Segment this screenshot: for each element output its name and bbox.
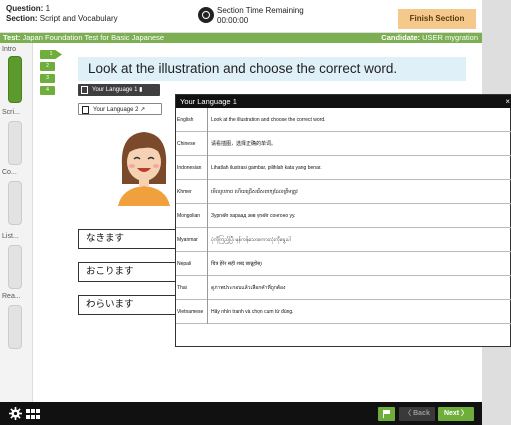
- answer-option-1[interactable]: なきます: [78, 229, 178, 249]
- grid-icon[interactable]: [26, 409, 40, 419]
- gear-icon[interactable]: [9, 407, 22, 420]
- translation-row: Chinese 请看插图，选择正确的单词。: [176, 132, 511, 156]
- translation-text: ดูภาพประกอบแล้วเลือกคำที่ถูกต้อง: [211, 285, 286, 291]
- language-name: Myanmar: [177, 228, 208, 252]
- language-name: Mongolian: [177, 204, 208, 228]
- language-name: Indonesian: [177, 156, 208, 180]
- document-icon: [82, 106, 89, 114]
- sidebar-section-label: Rea...: [2, 293, 21, 300]
- test-info-bar: Test: Japan Foundation Test for Basic Ja…: [0, 33, 482, 43]
- translation-text: चित्र हेरेर सही शब्द छान्नुहोस्।: [211, 261, 263, 267]
- question-label: Question:: [6, 4, 44, 13]
- document-icon: [81, 86, 88, 94]
- translation-row: Khmer មើលរូបភាព ហើយជ្រើសរើសពាក្យដែលត្រឹមត…: [176, 180, 511, 204]
- translation-row: Indonesian Lihatlah ilustrasi gambar, pil…: [176, 156, 511, 180]
- language-name: Vietnamese: [177, 300, 208, 324]
- translation-text: Зургийг хараад зөв үгийг сонгоно уу.: [211, 213, 296, 219]
- question-nav-item-3[interactable]: 3: [40, 74, 55, 83]
- bottom-toolbar: 〈 Back Next 〉: [0, 402, 482, 425]
- sidebar-section-label: Scri...: [2, 109, 20, 116]
- candidate-label: Candidate:: [381, 33, 421, 42]
- question-number: 1: [45, 4, 51, 13]
- answer-option-3[interactable]: わらいます: [78, 295, 178, 315]
- your-language-2-button[interactable]: Your Language 2 ↗: [78, 103, 162, 115]
- sidebar-section-label: Intro: [2, 46, 17, 53]
- question-nav-item-1[interactable]: 1: [40, 50, 62, 59]
- translation-text: Look at the illustration and choose the …: [211, 117, 326, 123]
- section-progress-bar: [8, 245, 22, 289]
- question-navigator: 1 2 3 4: [40, 50, 68, 98]
- question-section-info: Question: 1 Section: Script and Vocabula…: [6, 4, 118, 24]
- translation-row: Nepali चित्र हेरेर सही शब्द छान्नुहोस्।: [176, 252, 511, 276]
- language-name: Khmer: [177, 180, 208, 204]
- section-name: Script and Vocabulary: [39, 14, 118, 23]
- section-progress-bar: [8, 121, 22, 165]
- language-name: Chinese: [177, 132, 208, 156]
- your-language-1-button[interactable]: Your Language 1 ▮: [78, 84, 160, 96]
- language-name: Thai: [177, 276, 208, 300]
- language-name: Nepali: [177, 252, 208, 276]
- folder-icon: ▮: [139, 87, 143, 93]
- section-sidebar: Intro Scri... Co... List... Rea...: [0, 43, 33, 402]
- flag-icon[interactable]: [378, 407, 395, 421]
- sidebar-section-label: Co...: [2, 169, 17, 176]
- back-button[interactable]: 〈 Back: [399, 407, 435, 421]
- clock-icon: [198, 7, 214, 23]
- translation-row: Mongolian Зургийг хараад зөв үгийг сонгон…: [176, 204, 511, 228]
- question-nav-item-4[interactable]: 4: [40, 86, 55, 95]
- section-progress-bar: [8, 56, 22, 103]
- top-bar: Question: 1 Section: Script and Vocabula…: [0, 0, 482, 33]
- test-label: Test:: [3, 33, 21, 42]
- timer-title: Section Time Remaining: [217, 6, 304, 15]
- timer-display: Section Time Remaining 00:00:00: [217, 6, 304, 26]
- translation-row: Thai ดูภาพประกอบแล้วเลือกคำที่ถูกต้อง: [176, 276, 511, 300]
- finish-section-button[interactable]: Finish Section: [398, 9, 476, 29]
- translation-row: Vietnamese Hãy nhìn tranh và chọn cum từ …: [176, 300, 511, 324]
- translation-table: English Look at the illustration and choo…: [176, 108, 511, 324]
- section-progress-bar: [8, 181, 22, 225]
- translation-row: English Look at the illustration and choo…: [176, 108, 511, 132]
- next-button[interactable]: Next 〉: [438, 407, 474, 421]
- translation-text: Hãy nhìn tranh và chọn cum từ đúng.: [211, 309, 294, 315]
- sidebar-section-label: List...: [2, 233, 19, 240]
- question-instruction: Look at the illustration and choose the …: [78, 57, 466, 81]
- close-icon[interactable]: ×: [505, 95, 510, 108]
- laughing-girl-illustration: [118, 132, 170, 206]
- external-link-icon: ↗: [140, 107, 146, 113]
- answer-option-2[interactable]: おこります: [78, 262, 178, 282]
- translation-text: Lihatlah ilustrasi gambar, pilihlah kata…: [211, 165, 322, 171]
- language-popup: Your Language 1 × English Look at the ill…: [175, 94, 511, 347]
- test-name: Japan Foundation Test for Basic Japanese: [22, 33, 165, 42]
- language-name: English: [177, 108, 208, 132]
- section-progress-bar: [8, 305, 22, 349]
- question-nav-item-2[interactable]: 2: [40, 62, 55, 71]
- translation-text: 请看插图，选择正确的单词。: [211, 141, 277, 147]
- language-button-label: Your Language 2: [93, 107, 139, 113]
- language-button-label: Your Language 1: [92, 87, 138, 93]
- section-label: Section:: [6, 14, 38, 23]
- timer-value: 00:00:00: [217, 16, 249, 25]
- translation-text: មើលរូបភាព ហើយជ្រើសរើសពាក្យដែលត្រឹមត្រូវ: [211, 189, 298, 195]
- translation-text: ပုံကိုကြည့်ပြီး မှန်ကန်သောစကားလုံးကိုရွေ…: [211, 237, 291, 243]
- candidate-name: USER mygration: [422, 33, 478, 42]
- translation-row: Myanmar ပုံကိုကြည့်ပြီး မှန်ကန်သောစကားလုံ…: [176, 228, 511, 252]
- popup-title: Your Language 1: [180, 97, 237, 106]
- popup-title-bar[interactable]: Your Language 1 ×: [176, 95, 511, 108]
